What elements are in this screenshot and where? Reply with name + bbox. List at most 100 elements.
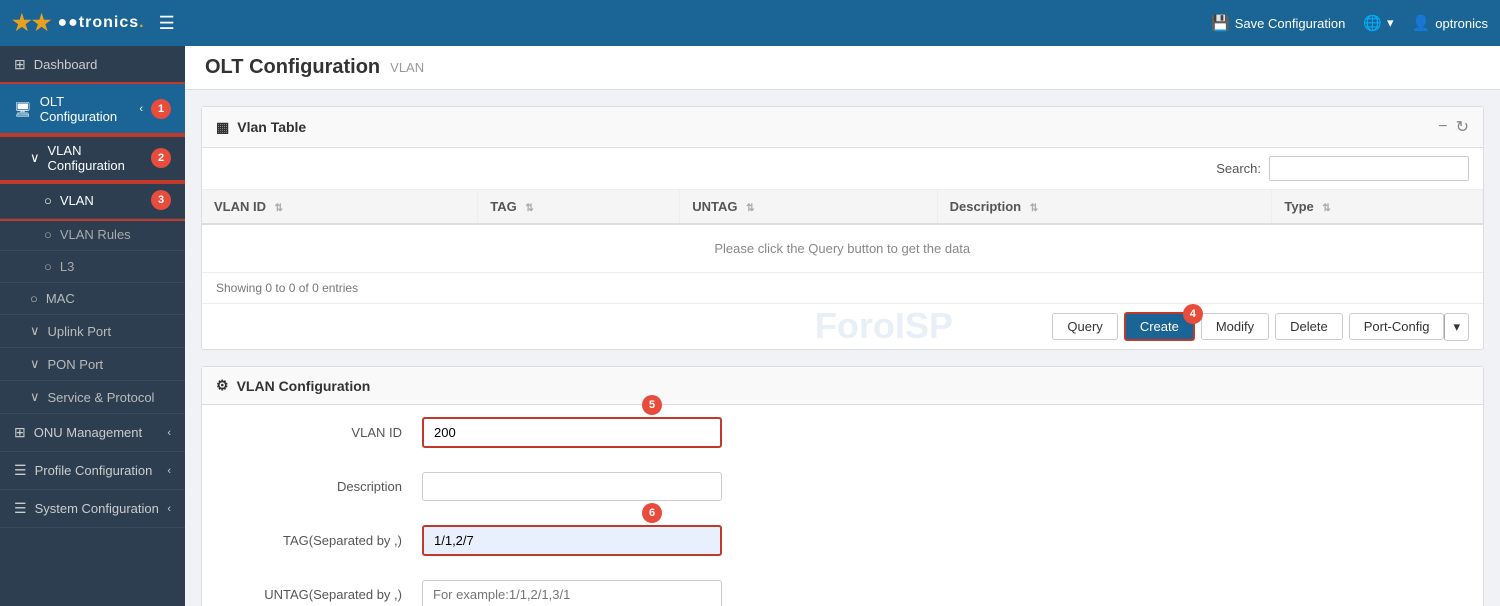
search-row: Search: bbox=[202, 148, 1483, 190]
olt-arrow: ‹ bbox=[139, 103, 143, 115]
save-icon: 💾 bbox=[1211, 14, 1230, 32]
sidebar-item-olt-config[interactable]: 🖥 OLT Configuration ‹ 1 bbox=[0, 84, 185, 135]
user-menu[interactable]: 👤 optronics bbox=[1412, 14, 1488, 32]
vlan-id-label: VLAN ID bbox=[242, 425, 402, 440]
refresh-btn[interactable]: ↻ bbox=[1456, 117, 1469, 137]
sidebar-item-mac[interactable]: ○ MAC bbox=[0, 283, 185, 315]
lang-arrow: ▾ bbox=[1387, 15, 1394, 31]
col-type: Type ⇅ bbox=[1272, 190, 1483, 224]
sidebar-item-profile-config[interactable]: ☰ Profile Configuration ‹ bbox=[0, 452, 185, 490]
save-config-btn[interactable]: 💾 Save Configuration bbox=[1211, 14, 1345, 32]
delete-button[interactable]: Delete bbox=[1275, 313, 1343, 340]
badge-6: 6 bbox=[642, 503, 662, 523]
vlan-table-title: Vlan Table bbox=[237, 119, 306, 135]
sidebar-item-label: VLAN Configuration bbox=[48, 143, 143, 173]
col-tag: TAG ⇅ bbox=[478, 190, 680, 224]
vlan-config-title-area: ⚙ VLAN Configuration bbox=[216, 377, 370, 394]
sidebar-item-dashboard[interactable]: ⊞ Dashboard bbox=[0, 46, 185, 84]
sidebar-item-l3[interactable]: ○ L3 bbox=[0, 251, 185, 283]
sort-icon-untag[interactable]: ⇅ bbox=[746, 203, 754, 214]
port-config-group[interactable]: Port-Config ▾ bbox=[1349, 313, 1469, 341]
top-navbar: ★★ ●●tronics. ☰ 💾 Save Configuration 🌐 ▾… bbox=[0, 0, 1500, 46]
search-input[interactable] bbox=[1269, 156, 1469, 181]
sidebar-item-system-config[interactable]: ☰ System Configuration ‹ bbox=[0, 490, 185, 528]
sidebar-item-service-protocol[interactable]: ∨ Service & Protocol bbox=[0, 381, 185, 414]
untag-label: UNTAG(Separated by ,) bbox=[242, 587, 402, 602]
vlan-icon: ○ bbox=[44, 193, 52, 208]
vlan-table-header: ▦ Vlan Table − ↻ bbox=[202, 107, 1483, 148]
description-input[interactable] bbox=[422, 472, 722, 501]
vlan-config-title: VLAN Configuration bbox=[237, 378, 371, 394]
nav-right: 💾 Save Configuration 🌐 ▾ 👤 optronics bbox=[1211, 14, 1488, 32]
service-icon: ∨ bbox=[30, 389, 40, 405]
onu-icon: ⊞ bbox=[14, 424, 26, 441]
l3-icon: ○ bbox=[44, 259, 52, 274]
sidebar-item-label: Uplink Port bbox=[48, 324, 112, 339]
hamburger-icon[interactable]: ☰ bbox=[159, 13, 175, 34]
tag-label: TAG(Separated by ,) bbox=[242, 533, 402, 548]
page-subtitle: VLAN bbox=[390, 60, 424, 75]
modify-button[interactable]: Modify bbox=[1201, 313, 1269, 340]
sidebar-item-label: L3 bbox=[60, 259, 74, 274]
onu-arrow: ‹ bbox=[167, 427, 171, 439]
user-icon: 👤 bbox=[1412, 14, 1431, 32]
badge-3: 3 bbox=[151, 190, 171, 210]
logo-text: ●●tronics. bbox=[57, 14, 144, 32]
sidebar-item-label: PON Port bbox=[48, 357, 104, 372]
dashboard-icon: ⊞ bbox=[14, 56, 26, 73]
no-data-row: Please click the Query button to get the… bbox=[202, 224, 1483, 273]
system-arrow: ‹ bbox=[167, 503, 171, 515]
sidebar-item-onu-management[interactable]: ⊞ ONU Management ‹ bbox=[0, 414, 185, 452]
tag-input[interactable] bbox=[422, 525, 722, 556]
sidebar-item-vlan[interactable]: ○ VLAN 3 bbox=[0, 182, 185, 219]
port-config-dropdown[interactable]: ▾ bbox=[1444, 313, 1469, 341]
sidebar-item-label: System Configuration bbox=[35, 501, 159, 516]
tag-row: TAG(Separated by ,) 6 bbox=[202, 513, 1483, 568]
sidebar-item-label: Service & Protocol bbox=[48, 390, 155, 405]
sidebar-item-vlan-rules[interactable]: ○ VLAN Rules bbox=[0, 219, 185, 251]
sort-icon-tag[interactable]: ⇅ bbox=[525, 203, 533, 214]
badge-2: 2 bbox=[151, 148, 171, 168]
table-header: VLAN ID ⇅ TAG ⇅ UNTAG ⇅ bbox=[202, 190, 1483, 224]
globe-icon: 🌐 bbox=[1363, 14, 1382, 32]
minimize-btn[interactable]: − bbox=[1438, 117, 1447, 137]
vlan-table-title-area: ▦ Vlan Table bbox=[216, 119, 306, 136]
sidebar-item-uplink-port[interactable]: ∨ Uplink Port bbox=[0, 315, 185, 348]
vlan-rules-icon: ○ bbox=[44, 227, 52, 242]
language-selector[interactable]: 🌐 ▾ bbox=[1363, 14, 1393, 32]
showing-text: Showing 0 to 0 of 0 entries bbox=[202, 273, 1483, 303]
col-vlan-id: VLAN ID ⇅ bbox=[202, 190, 478, 224]
page-header: OLT Configuration VLAN bbox=[185, 46, 1500, 90]
sort-icon-desc[interactable]: ⇅ bbox=[1030, 203, 1038, 214]
vlan-config-card: ⚙ VLAN Configuration VLAN ID 5 Descripti… bbox=[201, 366, 1484, 606]
table-icon: ▦ bbox=[216, 119, 229, 136]
sidebar-item-pon-port[interactable]: ∨ PON Port bbox=[0, 348, 185, 381]
sidebar-item-label: Profile Configuration bbox=[35, 463, 153, 478]
logo: ★★ ●●tronics. bbox=[12, 10, 145, 36]
vlan-id-row: VLAN ID 5 bbox=[202, 405, 1483, 460]
create-button[interactable]: Create 4 bbox=[1124, 312, 1195, 341]
mac-icon: ○ bbox=[30, 291, 38, 306]
table-body: Please click the Query button to get the… bbox=[202, 224, 1483, 273]
save-config-label: Save Configuration bbox=[1235, 16, 1346, 31]
port-config-button[interactable]: Port-Config bbox=[1349, 313, 1445, 340]
pon-icon: ∨ bbox=[30, 356, 40, 372]
sidebar: ⊞ Dashboard 🖥 OLT Configuration ‹ 1 ∨ VL… bbox=[0, 46, 185, 606]
nav-left: ★★ ●●tronics. ☰ bbox=[12, 10, 175, 36]
col-untag: UNTAG ⇅ bbox=[680, 190, 937, 224]
sidebar-item-label: ONU Management bbox=[34, 425, 142, 440]
query-button[interactable]: Query bbox=[1052, 313, 1117, 340]
page-title: OLT Configuration bbox=[205, 56, 380, 79]
col-description: Description ⇅ bbox=[937, 190, 1272, 224]
sort-icon-vlan-id[interactable]: ⇅ bbox=[275, 203, 283, 214]
vlan-id-input[interactable] bbox=[422, 417, 722, 448]
sidebar-item-label: VLAN bbox=[60, 193, 94, 208]
vlan-table-controls[interactable]: − ↻ bbox=[1438, 117, 1469, 137]
user-name: optronics bbox=[1435, 16, 1488, 31]
sidebar-item-vlan-config[interactable]: ∨ VLAN Configuration 2 bbox=[0, 135, 185, 182]
untag-input[interactable] bbox=[422, 580, 722, 606]
badge-1: 1 bbox=[151, 99, 171, 119]
sidebar-item-label: MAC bbox=[46, 291, 75, 306]
sort-icon-type[interactable]: ⇅ bbox=[1322, 203, 1330, 214]
badge-4: 4 bbox=[1183, 304, 1203, 324]
